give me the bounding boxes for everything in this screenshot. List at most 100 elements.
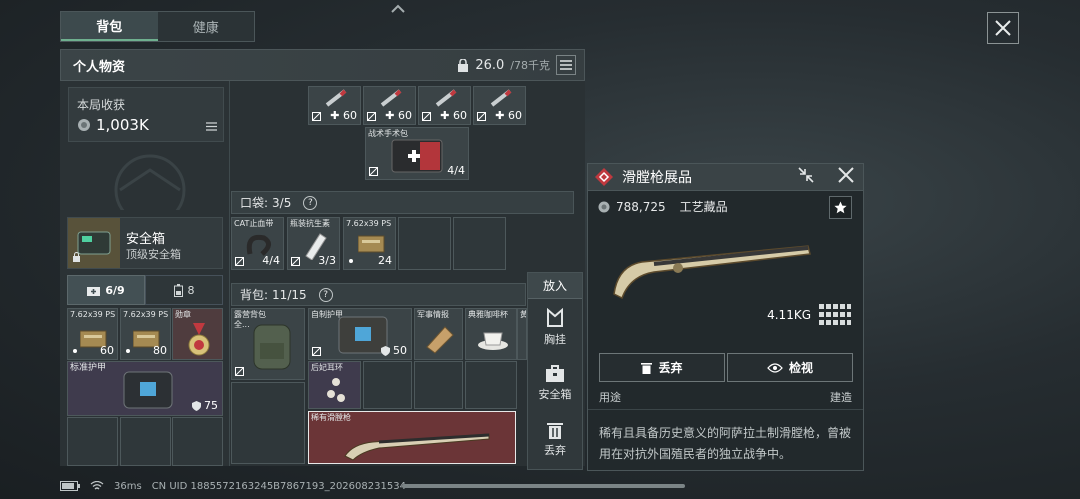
user-uid: CN UID 1885572163245B7867193_20260823153… <box>151 480 406 492</box>
ammo-762-slot[interactable]: 7.62x39 PS 80 <box>120 308 171 360</box>
item-count: 3/3 <box>318 254 336 267</box>
empty-slot[interactable] <box>398 217 451 270</box>
close-button[interactable] <box>987 12 1019 44</box>
item-count: 60 <box>100 344 114 357</box>
close-detail-button[interactable] <box>837 166 855 188</box>
locked-item-icon <box>422 112 431 121</box>
partial-item-slot[interactable]: 黄 <box>517 308 527 360</box>
tab-health[interactable]: 健康 <box>158 12 255 41</box>
empty-slot[interactable] <box>414 361 463 409</box>
close-icon <box>838 167 854 183</box>
discard-button[interactable]: 丢弃 <box>528 411 582 467</box>
earnings-value: 1,003K <box>96 116 149 134</box>
sort-button[interactable] <box>556 55 576 75</box>
empty-slot[interactable] <box>120 417 171 466</box>
medal-slot[interactable]: 勋章 <box>172 308 223 360</box>
syringe-slot[interactable]: ✚ 60 <box>308 86 361 125</box>
item-weight: 4.11KG <box>767 308 811 322</box>
empty-slot[interactable] <box>363 361 412 409</box>
empty-slot[interactable] <box>465 361 517 409</box>
empty-slot[interactable] <box>231 382 305 464</box>
consort-earring-slot[interactable]: 后妃耳环 <box>308 361 361 409</box>
safe-box-subtitle: 顶级安全箱 <box>126 248 181 261</box>
camping-backpack-slot[interactable]: 露营背包 全... <box>231 308 305 380</box>
tab-pouch-label: 8 <box>187 283 195 297</box>
left-tabs: 6/9 8 <box>67 275 223 305</box>
inventory-header: 个人物资 26.0 /78千克 <box>60 49 585 81</box>
chest-rig-button[interactable]: 胸挂 <box>528 299 582 355</box>
item-label: 7.62x39 PS <box>70 310 116 319</box>
syringe-icon <box>325 89 347 107</box>
help-icon[interactable]: ? <box>318 287 333 302</box>
coffee-cup-slot[interactable]: 典雅咖啡杯 <box>465 308 517 360</box>
empty-slot[interactable] <box>453 217 506 270</box>
weight-value: 26.0 <box>475 57 505 73</box>
safe-box-title: 安全箱 <box>126 232 166 247</box>
safe-box-button[interactable]: 安全箱 <box>528 355 582 411</box>
item-count: 24 <box>378 254 392 267</box>
ping-value: 36ms <box>114 480 142 492</box>
divider <box>588 409 863 410</box>
earnings-label: 本局收获 <box>77 98 126 112</box>
syringe-slot[interactable]: ✚ 60 <box>473 86 526 125</box>
inventory-title: 个人物资 <box>73 59 126 75</box>
syringe-slot[interactable]: ✚ 60 <box>418 86 471 125</box>
list-icon[interactable] <box>206 116 217 135</box>
locked-item-icon <box>312 347 321 356</box>
musket-image <box>613 245 811 300</box>
discard-item-button[interactable]: 丢弃 <box>599 353 725 382</box>
weight-display: 26.0 /78千克 <box>457 57 550 73</box>
coffee-cup-icon <box>478 332 508 350</box>
horizontal-scrollbar[interactable] <box>402 484 685 488</box>
chevron-up-icon[interactable] <box>388 2 408 18</box>
usage-label: 用途 <box>599 391 621 404</box>
item-label: 典雅咖啡杯 <box>468 310 508 319</box>
locked-item-icon <box>312 112 321 121</box>
armor-shield-icon <box>192 400 201 411</box>
antibiotics-slot[interactable]: 瓶装抗生素 3/3 <box>287 217 340 270</box>
empty-slot[interactable] <box>67 417 118 466</box>
syringe-slot[interactable]: ✚ 60 <box>363 86 416 125</box>
inspect-icon <box>767 362 783 373</box>
item-label: 黄 <box>520 310 526 320</box>
safe-box-icon <box>546 364 564 382</box>
item-size-grid-icon <box>819 304 851 325</box>
item-count: 60 <box>343 109 357 122</box>
syringe-icon <box>490 89 512 107</box>
military-intel-slot[interactable]: 军事情报 <box>414 308 463 360</box>
homemade-armor-slot[interactable]: 自制护甲 50 <box>308 308 412 360</box>
tab-backpack[interactable]: 背包 <box>61 12 158 41</box>
help-icon[interactable]: ? <box>303 195 318 210</box>
weight-max: /78千克 <box>510 59 550 72</box>
inspect-item-button[interactable]: 检视 <box>727 353 853 382</box>
battery-icon <box>173 283 183 297</box>
tourniquet-slot[interactable]: CAT止血带 4/4 <box>231 217 284 270</box>
star-icon <box>834 201 847 214</box>
ammo-762-slot[interactable]: 7.62x39 PS 60 <box>67 308 118 360</box>
empty-slot[interactable] <box>172 417 223 466</box>
armor-durability: 50 <box>393 344 407 357</box>
favorite-button[interactable] <box>829 196 852 219</box>
standard-armor-slot[interactable]: 标准护甲 75 <box>67 361 223 416</box>
collapse-icon <box>798 167 814 183</box>
item-count: 4/4 <box>447 164 465 177</box>
medkit-icon <box>391 139 443 173</box>
pocket-label: 口袋: <box>240 196 269 210</box>
safe-box-slot[interactable]: 安全箱 顶级安全箱 <box>67 217 223 269</box>
item-label: 标准护甲 <box>70 363 107 373</box>
tab-pouch[interactable]: 8 <box>145 275 223 305</box>
collapse-button[interactable] <box>797 166 815 188</box>
wifi-icon <box>90 481 104 490</box>
coin-icon <box>78 119 90 131</box>
backpack-count: 11/15 <box>272 287 307 302</box>
pocket-count: 3/5 <box>272 195 292 210</box>
ammo-762-slot[interactable]: 7.62x39 PS 24 <box>343 217 396 270</box>
tactical-surgery-kit-slot[interactable]: 战术手术包 4/4 <box>365 127 469 180</box>
syringe-icon <box>435 89 457 107</box>
earring-icon <box>327 378 345 402</box>
locked-item-icon <box>235 257 244 266</box>
tab-chest-rig[interactable]: 6/9 <box>67 275 145 305</box>
put-into-menu: 放入 胸挂 安全箱 丢弃 <box>527 272 583 470</box>
backpack-section-title: 背包: 11/15 ? <box>231 283 526 306</box>
rare-musket-slot[interactable]: 稀有滑膛枪 <box>308 411 516 464</box>
